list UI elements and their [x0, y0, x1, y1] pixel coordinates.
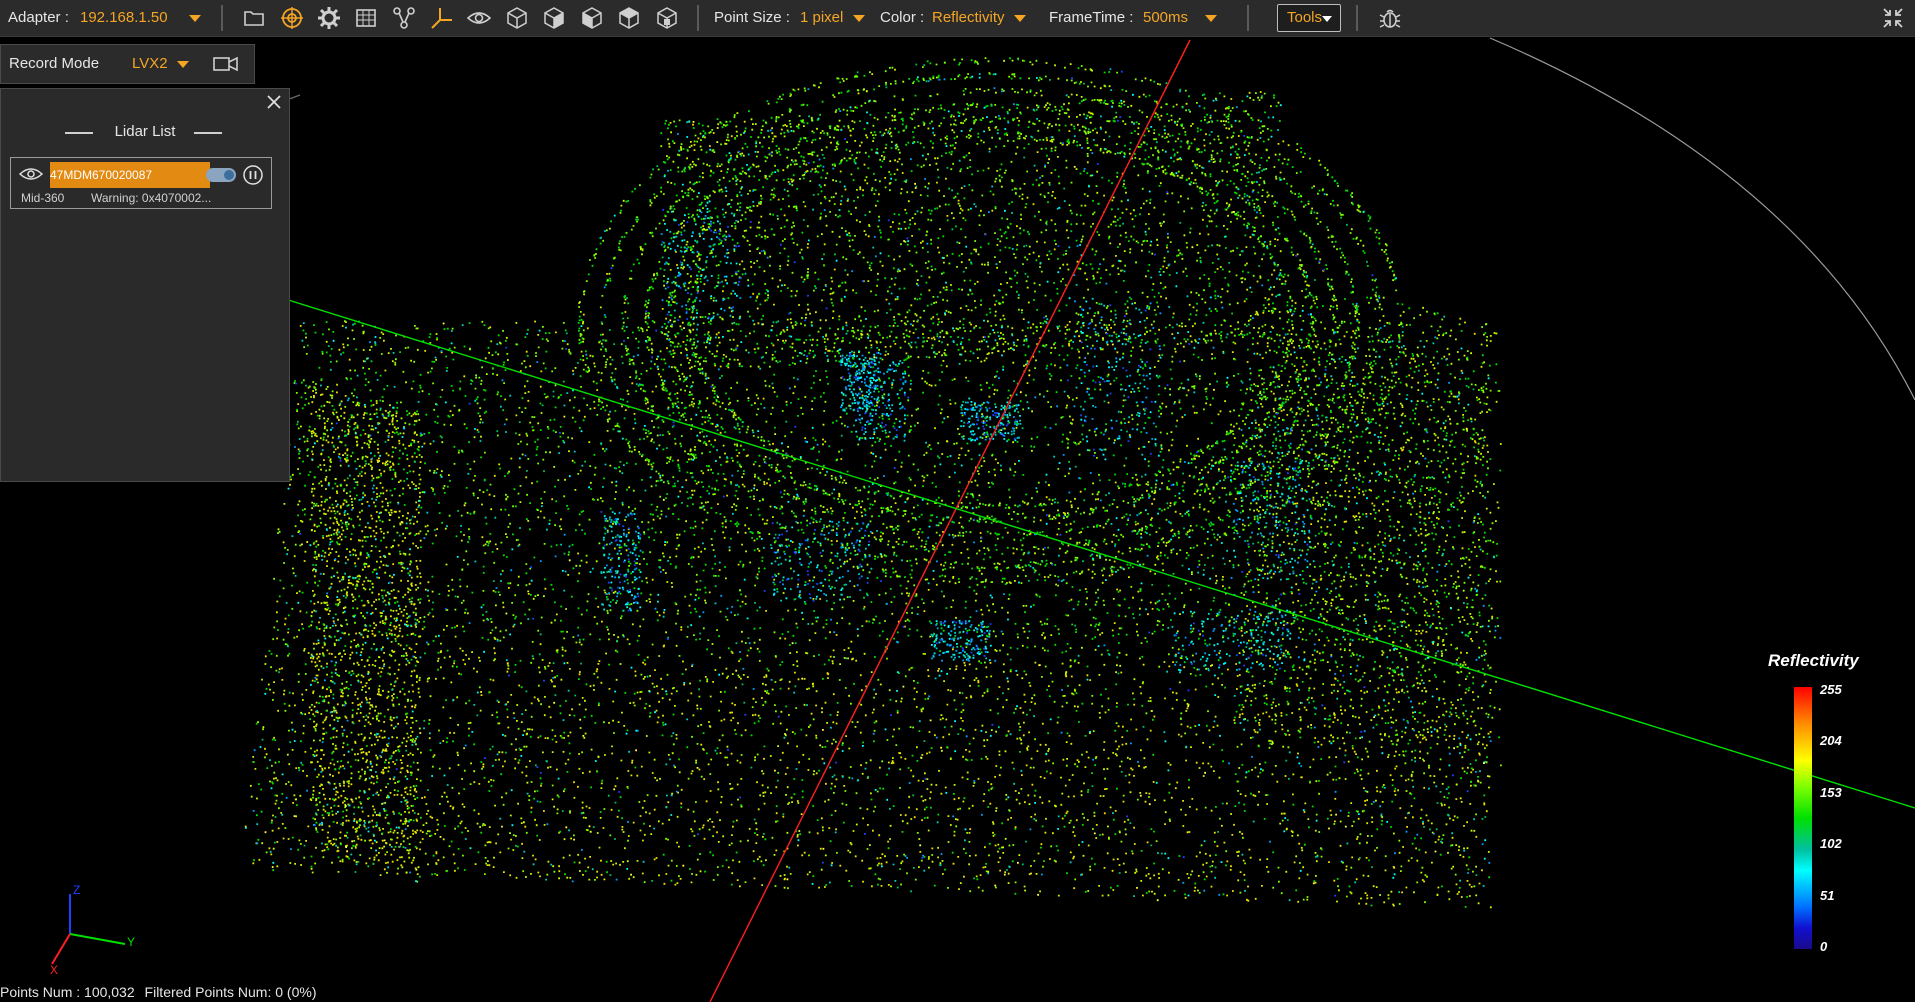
color-dropdown-caret[interactable]	[1014, 15, 1026, 22]
bug-icon[interactable]	[1377, 5, 1403, 31]
cube-view-2-icon[interactable]	[541, 5, 567, 31]
adapter-dropdown-caret[interactable]	[189, 15, 201, 22]
top-toolbar: Adapter : 192.168.1.50 Point Size : 1 pi…	[0, 0, 1915, 37]
adapter-label: Adapter :	[8, 9, 69, 26]
grid-icon[interactable]	[353, 5, 379, 31]
lidar-list-title: Lidar List	[114, 123, 176, 140]
cube-view-3-icon[interactable]	[579, 5, 605, 31]
legend-tick: 102	[1820, 836, 1842, 851]
record-mode-bar: Record Mode LVX2	[0, 44, 255, 84]
point-cloud-points	[295, 70, 1469, 897]
status-bar: Points Num : 100,032 Filtered Points Num…	[0, 984, 316, 1000]
axis-gizmo: Z Y X	[50, 883, 135, 976]
point-cloud-points	[252, 57, 1502, 908]
record-format-caret[interactable]	[177, 61, 189, 68]
toolbar-divider	[1356, 5, 1358, 31]
legend-tick: 0	[1820, 939, 1828, 954]
frametime-label: FrameTime :	[1049, 9, 1134, 26]
legend-tick: 153	[1820, 785, 1842, 800]
point-size-select[interactable]: 1 pixel	[800, 9, 843, 26]
adapter-select[interactable]: 192.168.1.50	[80, 9, 168, 26]
toolbar-divider	[697, 5, 699, 31]
eye-icon[interactable]	[19, 166, 43, 182]
cube-view-5-icon[interactable]	[654, 5, 680, 31]
target-icon[interactable]	[279, 5, 305, 31]
device-enable-toggle[interactable]	[206, 168, 236, 182]
toolbar-divider	[221, 5, 223, 31]
point-size-label: Point Size :	[714, 9, 790, 26]
point-size-dropdown-caret[interactable]	[853, 15, 865, 22]
record-format-select[interactable]: LVX2	[132, 55, 168, 72]
legend-tick: 204	[1820, 733, 1842, 748]
pause-icon[interactable]	[242, 164, 264, 186]
toggle-knob	[224, 170, 234, 180]
toolbar-divider	[1247, 5, 1249, 31]
frametime-dropdown-caret[interactable]	[1205, 15, 1217, 22]
legend-title: Reflectivity	[1768, 651, 1859, 670]
point-cloud-points	[245, 73, 1495, 897]
frametime-select[interactable]: 500ms	[1143, 9, 1188, 26]
device-warning: Warning: 0x4070002...	[91, 191, 212, 205]
tools-button-label: Tools	[1287, 9, 1323, 26]
tools-button[interactable]: Tools	[1277, 4, 1341, 32]
ground-grid-circle	[1489, 37, 1915, 401]
lidar-device-card[interactable]: 47MDM670020087 Mid-360 Warning: 0x407000…	[10, 157, 272, 209]
axis-x-label: X	[50, 963, 58, 976]
folder-icon[interactable]	[241, 5, 267, 31]
video-camera-icon[interactable]	[213, 55, 239, 73]
gear-icon[interactable]	[316, 5, 342, 31]
title-divider-right	[194, 132, 222, 134]
color-select[interactable]: Reflectivity	[932, 9, 1005, 26]
point-cloud-points	[255, 57, 1502, 905]
network-icon[interactable]	[391, 5, 417, 31]
legend-tick: 255	[1820, 682, 1842, 697]
axis-icon[interactable]	[429, 5, 455, 31]
eye-icon[interactable]	[466, 5, 492, 31]
record-mode-label: Record Mode	[9, 55, 100, 72]
collapse-icon[interactable]	[1880, 5, 1906, 31]
point-cloud-points	[264, 121, 1485, 902]
point-cloud-points	[256, 73, 1497, 902]
filtered-points-num: Filtered Points Num: 0 (0%)	[144, 984, 317, 1000]
lidar-list-panel: Lidar List 47MDM670020087 Mid-360 Warnin…	[0, 88, 290, 482]
axis-z-label: Z	[73, 883, 80, 897]
close-icon[interactable]	[265, 93, 283, 111]
cube-view-4-icon[interactable]	[616, 5, 642, 31]
legend-color-bar	[1794, 687, 1812, 949]
x-axis-line	[709, 39, 1191, 1002]
device-serial[interactable]: 47MDM670020087	[50, 162, 210, 188]
points-num: Points Num : 100,032	[0, 984, 135, 1000]
axis-y-label: Y	[127, 935, 135, 949]
legend-tick: 51	[1820, 888, 1835, 903]
color-label: Color :	[880, 9, 925, 26]
tools-dropdown-caret	[1322, 16, 1332, 22]
device-model: Mid-360	[21, 191, 65, 205]
point-cloud-points	[261, 58, 1490, 893]
cube-view-1-icon[interactable]	[504, 5, 530, 31]
